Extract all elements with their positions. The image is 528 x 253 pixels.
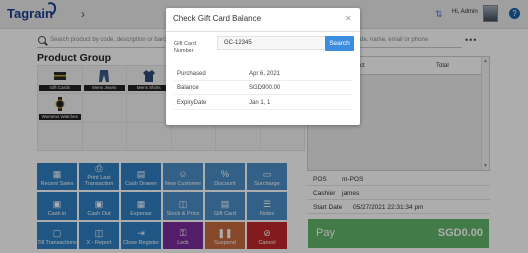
purchased-label: Purchased <box>177 71 206 77</box>
dialog-title: Check Gift Card Balance <box>173 14 262 23</box>
expiry-label: ExpiryDate <box>177 100 207 106</box>
gift-card-number-label: Gift Card Number <box>174 41 197 54</box>
expiry-row: ExpiryDate Jan 1, 1 <box>174 97 352 110</box>
balance-label: Balance <box>177 85 199 91</box>
close-icon[interactable]: ✕ <box>345 14 352 23</box>
balance-row: Balance SGD900.00 <box>174 82 352 95</box>
expiry-value: Jan 1, 1 <box>249 100 271 106</box>
gift-card-balance-dialog: Check Gift Card Balance ✕ Gift Card Numb… <box>166 8 360 125</box>
purchased-row: Purchased Apr 6, 2021 <box>174 68 352 81</box>
gift-card-number-input[interactable]: GC-12345 <box>217 36 327 50</box>
dialog-divider <box>166 31 360 32</box>
search-button[interactable]: Search <box>325 36 354 51</box>
purchased-value: Apr 6, 2021 <box>249 71 281 77</box>
balance-value: SGD900.00 <box>249 85 281 91</box>
